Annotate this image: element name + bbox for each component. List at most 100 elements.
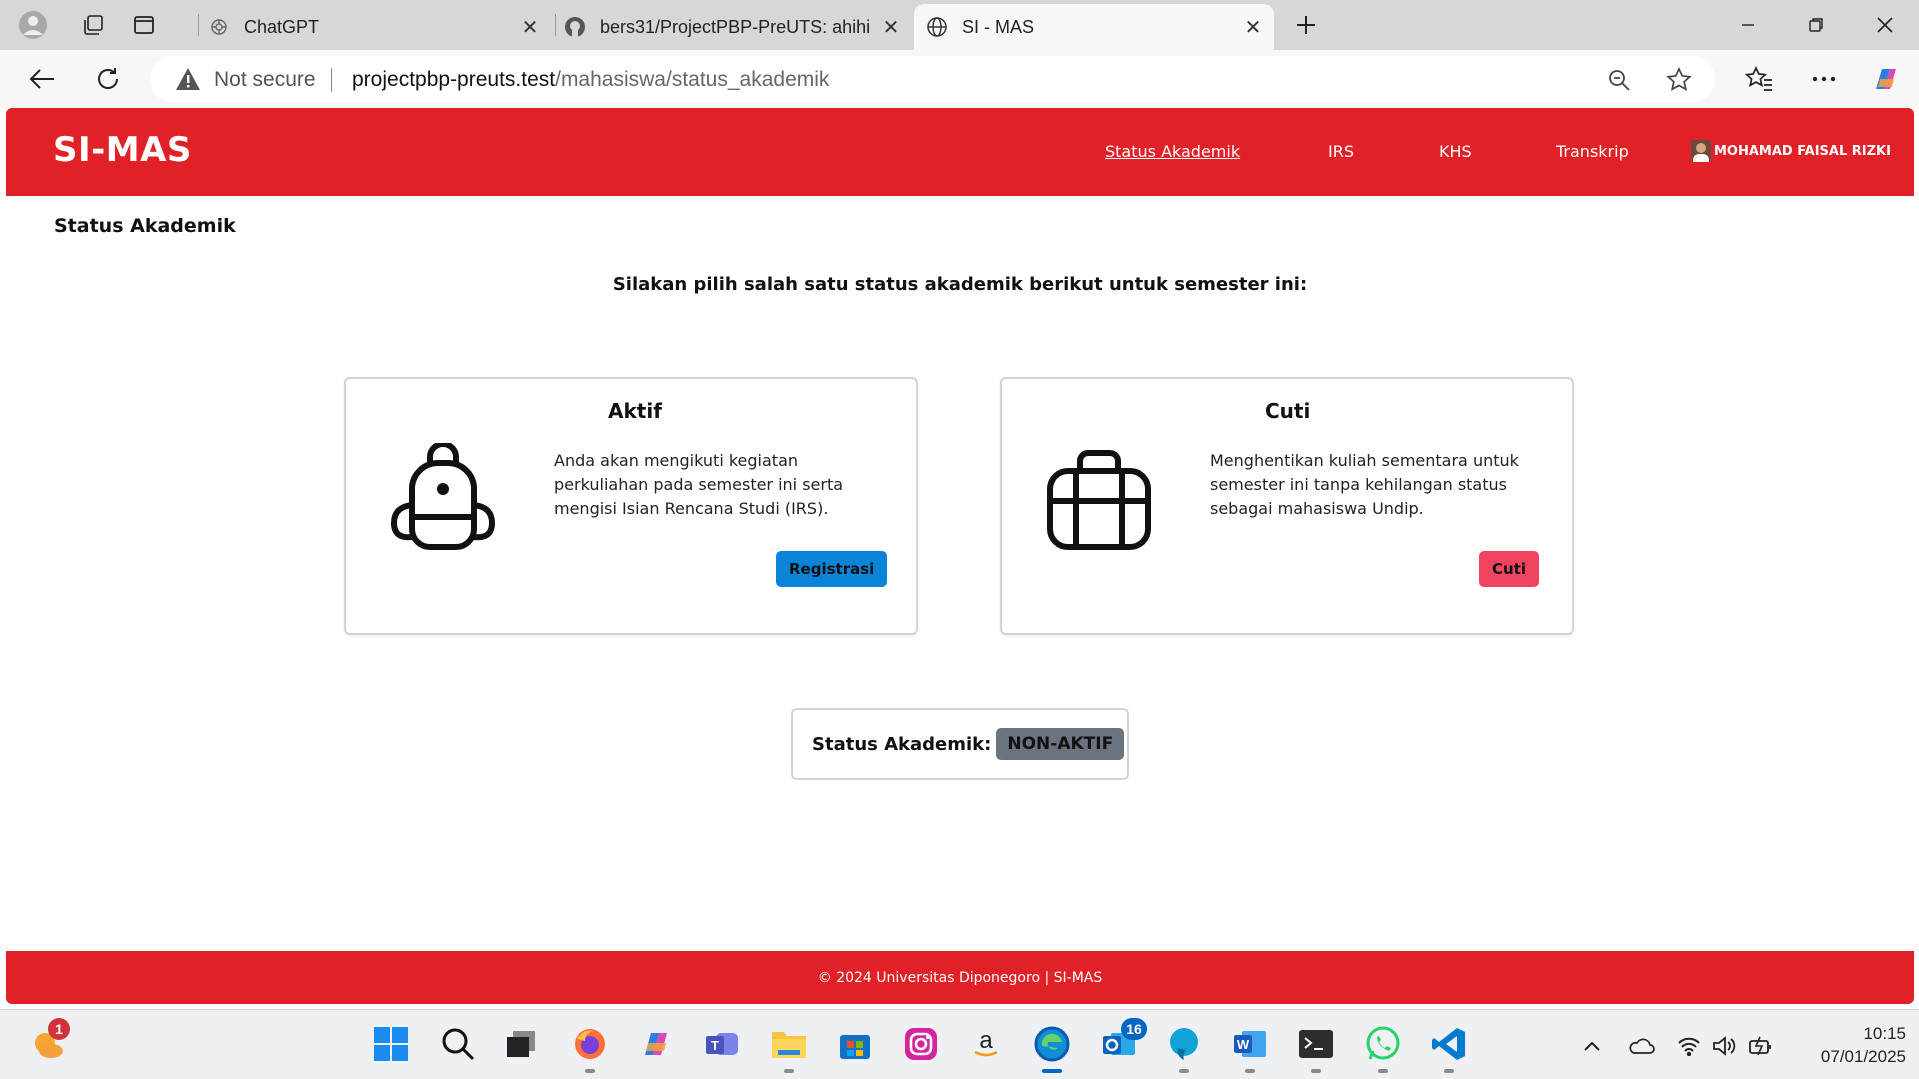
running-indicator [1245, 1069, 1255, 1073]
unread-badge: 16 [1121, 1018, 1147, 1040]
nav-transkrip[interactable]: Transkrip [1556, 142, 1629, 161]
status-label: Status Akademik: [812, 733, 992, 755]
close-tab-icon[interactable]: ✕ [519, 16, 541, 39]
footer-text: © 2024 Universitas Diponegoro | SI-MAS [817, 969, 1103, 986]
amazon-icon[interactable]: a [966, 1024, 1006, 1064]
url-path: /mahasiswa/status_akademik [555, 68, 830, 91]
profile-icon[interactable] [16, 8, 50, 42]
avatar [1691, 140, 1711, 162]
minimize-button[interactable] [1714, 0, 1782, 50]
globe-icon [926, 16, 948, 38]
microsoft-store-icon[interactable] [835, 1024, 875, 1064]
word-icon[interactable]: W [1230, 1024, 1270, 1073]
card-description: Anda akan mengikuti kegiatan perkuliahan… [554, 451, 844, 518]
back-button[interactable] [24, 61, 60, 97]
url-text[interactable]: projectpbp-preuts.test/mahasiswa/status_… [352, 68, 829, 92]
outlook-icon[interactable]: 16 [1099, 1018, 1147, 1064]
card-aktif: Aktif Anda akan mengikuti kegiatan perku… [344, 377, 918, 635]
tab-simas[interactable]: SI - MAS ✕ [914, 4, 1274, 50]
favorite-star-icon[interactable] [1665, 66, 1693, 94]
start-icon[interactable] [371, 1024, 411, 1064]
windows-taskbar: 1 T a 16 W 10:15 07/01/2025 [0, 1009, 1919, 1079]
weather-widget-icon[interactable]: 1 [28, 1018, 70, 1064]
firefox-icon[interactable] [570, 1024, 610, 1073]
page-title: Status Akademik [54, 215, 236, 237]
tab-chatgpt[interactable]: ChatGPT ✕ [206, 4, 551, 50]
clock-time: 10:15 [1863, 1024, 1906, 1043]
status-badge: NON-AKTIF [996, 728, 1125, 760]
nav-khs[interactable]: KHS [1439, 142, 1472, 161]
system-clock[interactable]: 10:15 07/01/2025 [1796, 1022, 1906, 1068]
card-title: Aktif [608, 399, 662, 423]
workspaces-icon[interactable] [76, 8, 110, 42]
tab-github[interactable]: bers31/ProjectPBP-PreUTS: ahihi ✕ [564, 4, 912, 50]
briefcase-icon [1044, 443, 1154, 555]
address-bar[interactable]: Not secure projectpbp-preuts.test/mahasi… [150, 56, 1715, 102]
zoom-out-icon[interactable] [1605, 66, 1633, 94]
browser-toolbar: Not secure projectpbp-preuts.test/mahasi… [0, 50, 1919, 108]
svg-text:a: a [979, 1027, 993, 1054]
close-window-button[interactable] [1851, 0, 1919, 50]
whatsapp-icon[interactable] [1363, 1024, 1403, 1073]
nav-status-akademik[interactable]: Status Akademik [1105, 142, 1240, 161]
active-indicator [1042, 1069, 1062, 1073]
brand-logo[interactable]: SI-MAS [53, 130, 192, 170]
tab-separator [555, 14, 556, 36]
battery-charging-icon[interactable] [1747, 1032, 1775, 1060]
onedrive-cloud-icon[interactable] [1627, 1032, 1655, 1060]
running-indicator [1179, 1069, 1189, 1073]
task-view-icon[interactable] [501, 1024, 541, 1064]
warning-icon[interactable] [175, 67, 201, 91]
instruction-text: Silakan pilih salah satu status akademik… [612, 274, 1308, 295]
chevron-up-icon[interactable] [1578, 1032, 1606, 1060]
restore-button[interactable] [1782, 0, 1850, 50]
security-label[interactable]: Not secure [214, 68, 316, 92]
favorites-icon[interactable] [1741, 61, 1777, 97]
user-menu[interactable]: MOHAMAD FAISAL RIZKI [1691, 140, 1891, 162]
url-host: projectpbp-preuts.test [352, 68, 556, 91]
copilot-app-icon[interactable] [636, 1024, 676, 1064]
divider [331, 68, 332, 92]
svg-text:W: W [1237, 1037, 1250, 1052]
new-tab-button[interactable] [1289, 8, 1323, 42]
wifi-icon[interactable] [1675, 1032, 1703, 1060]
running-indicator [784, 1069, 794, 1073]
tab-separator [198, 14, 199, 36]
vscode-icon[interactable] [1429, 1024, 1469, 1073]
tab-actions-icon[interactable] [127, 8, 161, 42]
terminal-icon[interactable] [1296, 1024, 1336, 1073]
backpack-icon [388, 441, 498, 555]
card-cuti: Cuti Menghentikan kuliah sementara untuk… [1000, 377, 1574, 635]
tab-title: SI - MAS [962, 16, 1035, 37]
edge-icon[interactable] [1032, 1024, 1072, 1073]
notification-badge: 1 [48, 1018, 70, 1040]
instagram-icon[interactable] [901, 1024, 941, 1064]
refresh-button[interactable] [90, 61, 126, 97]
github-icon [564, 16, 586, 38]
cuti-button[interactable]: Cuti [1479, 551, 1539, 587]
onedrive-app-icon[interactable] [1164, 1024, 1204, 1073]
user-name: MOHAMAD FAISAL RIZKI [1714, 143, 1891, 159]
chatgpt-icon [208, 16, 230, 38]
registrasi-button[interactable]: Registrasi [776, 551, 888, 587]
copilot-icon[interactable] [1868, 61, 1904, 97]
app-footer: © 2024 Universitas Diponegoro | SI-MAS [6, 951, 1914, 1004]
search-icon[interactable] [438, 1024, 478, 1064]
teams-icon[interactable]: T [702, 1024, 742, 1064]
card-title: Cuti [1265, 399, 1311, 423]
browser-tab-strip: ChatGPT ✕ bers31/ProjectPBP-PreUTS: ahih… [0, 0, 1919, 50]
running-indicator [1378, 1069, 1388, 1073]
running-indicator [585, 1069, 595, 1073]
close-tab-icon[interactable]: ✕ [1242, 16, 1264, 39]
card-description: Menghentikan kuliah sementara untuk seme… [1210, 451, 1519, 518]
file-explorer-icon[interactable] [769, 1024, 809, 1073]
more-options-icon[interactable] [1806, 61, 1842, 97]
tab-title: ChatGPT [244, 16, 320, 37]
volume-icon[interactable] [1710, 1032, 1738, 1060]
svg-text:T: T [711, 1038, 719, 1053]
close-tab-icon[interactable]: ✕ [880, 16, 902, 39]
tab-title: bers31/ProjectPBP-PreUTS: ahihi [600, 16, 871, 37]
clock-date: 07/01/2025 [1820, 1047, 1906, 1066]
nav-irs[interactable]: IRS [1328, 142, 1354, 161]
app-header: SI-MAS Status Akademik IRS KHS Transkrip… [6, 108, 1914, 196]
